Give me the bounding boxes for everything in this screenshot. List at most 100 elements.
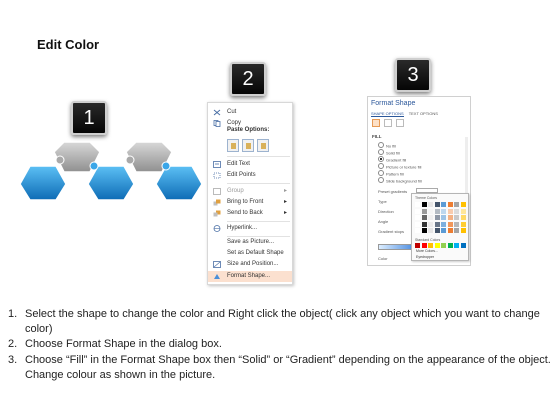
radio-gradient-fill[interactable]: Gradient fill (378, 156, 406, 163)
fill-section-header[interactable]: FILL (372, 134, 382, 139)
menu-item-bring-to-front[interactable]: Bring to Front ▸ (208, 197, 292, 208)
color-swatch[interactable] (428, 221, 433, 227)
color-swatch[interactable] (421, 228, 427, 233)
color-swatch[interactable] (454, 202, 459, 207)
color-swatch[interactable] (415, 202, 420, 207)
color-swatch[interactable] (434, 215, 440, 220)
standard-color-swatch[interactable] (447, 243, 453, 248)
hexagon-puzzle-diagram[interactable] (16, 140, 206, 202)
color-swatch[interactable] (447, 202, 453, 207)
size-properties-icon[interactable] (396, 119, 404, 127)
send-back-icon (213, 210, 221, 217)
color-swatch[interactable] (454, 221, 459, 227)
color-swatch[interactable] (421, 202, 427, 207)
field-angle: Angle (378, 219, 389, 224)
menu-item-label: Size and Position... (227, 261, 279, 267)
standard-color-swatch[interactable] (434, 243, 440, 248)
color-swatch[interactable] (447, 221, 453, 227)
menu-item-cut[interactable]: Cut (208, 107, 292, 118)
radio-solid-fill[interactable]: Solid fill (378, 149, 400, 156)
fill-line-icon[interactable] (372, 119, 380, 127)
slide-title: Edit Color (37, 37, 100, 52)
menu-item-label: Copy (227, 120, 242, 126)
instruction-number: 2. (8, 338, 18, 351)
color-swatch[interactable] (421, 208, 427, 214)
menu-item-save-as-picture[interactable]: Save as Picture... (208, 237, 292, 248)
paste-theme-icon[interactable] (227, 139, 239, 152)
paste-source-icon[interactable] (242, 139, 254, 152)
menu-item-group[interactable]: Group ▸ (208, 186, 292, 197)
eyedropper-link[interactable]: Eyedropper (416, 255, 434, 259)
color-swatch[interactable] (434, 228, 440, 233)
color-swatch[interactable] (415, 208, 420, 214)
submenu-arrow-icon: ▸ (283, 210, 287, 216)
color-swatch[interactable] (434, 221, 440, 227)
menu-item-size-and-position[interactable]: Size and Position... (208, 259, 292, 270)
instruction-item: 1. Select the shape to change the color a… (8, 307, 553, 337)
color-swatch[interactable] (428, 202, 433, 207)
menu-item-hyperlink[interactable]: Hyperlink... (208, 223, 292, 234)
color-swatch[interactable] (441, 215, 446, 220)
group-icon (213, 188, 221, 195)
effects-icon[interactable] (384, 119, 392, 127)
radio-pattern-fill[interactable]: Pattern fill (378, 170, 404, 177)
standard-color-swatch[interactable] (460, 243, 466, 248)
color-swatch[interactable] (460, 202, 466, 207)
color-swatch[interactable] (441, 202, 446, 207)
instruction-item: 3. Choose “Fill” in the Format Shape box … (8, 353, 553, 383)
menu-item-set-default-shape[interactable]: Set as Default Shape (208, 248, 292, 259)
color-swatch[interactable] (434, 208, 440, 214)
menu-item-label: Save as Picture... (227, 239, 275, 245)
blue-piece[interactable] (19, 165, 67, 201)
menu-item-format-shape[interactable]: Format Shape... (208, 271, 292, 282)
menu-item-edit-text[interactable]: Edit Text (208, 159, 292, 170)
standard-color-swatch[interactable] (415, 243, 420, 248)
blue-piece[interactable] (87, 165, 135, 201)
color-swatch[interactable] (415, 221, 420, 227)
color-swatch[interactable] (441, 208, 446, 214)
radio-slide-background-fill[interactable]: Slide background fill (378, 177, 422, 184)
field-type: Type (378, 199, 387, 204)
instruction-text: Choose Format Shape in the dialog box. (25, 338, 222, 351)
tab-shape-options[interactable]: SHAPE OPTIONS (371, 111, 404, 117)
paste-picture-icon[interactable] (257, 139, 269, 152)
color-swatch[interactable] (460, 208, 466, 214)
color-swatch[interactable] (415, 215, 420, 220)
color-swatch[interactable] (460, 221, 466, 227)
color-swatch[interactable] (441, 221, 446, 227)
more-colors-link[interactable]: More Colors... (416, 249, 438, 253)
standard-color-swatch[interactable] (441, 243, 446, 248)
menu-item-label: Set as Default Shape (227, 250, 284, 256)
standard-color-swatch[interactable] (421, 243, 427, 248)
color-swatch[interactable] (447, 215, 453, 220)
color-swatch[interactable] (447, 228, 453, 233)
radio-no-fill[interactable]: No fill (378, 142, 396, 149)
color-swatch[interactable] (421, 221, 427, 227)
color-swatch[interactable] (421, 215, 427, 220)
step-badge-1: 1 (71, 101, 107, 135)
color-swatch[interactable] (428, 228, 433, 233)
color-swatch[interactable] (428, 215, 433, 220)
color-swatch[interactable] (428, 208, 433, 214)
field-gradient-stops: Gradient stops (378, 229, 405, 234)
instruction-number: 1. (8, 308, 18, 320)
standard-color-swatch[interactable] (454, 243, 459, 248)
standard-color-swatch[interactable] (428, 243, 433, 248)
color-swatch[interactable] (415, 228, 420, 233)
menu-item-send-to-back[interactable]: Send to Back ▸ (208, 208, 292, 219)
color-swatch[interactable] (460, 228, 466, 233)
radio-picture-fill[interactable]: Picture or texture fill (378, 163, 421, 170)
color-swatch[interactable] (454, 208, 459, 214)
tab-text-options[interactable]: TEXT OPTIONS (409, 111, 438, 116)
context-menu: Cut Copy Paste Options: Edit Text Edit P… (207, 102, 293, 285)
color-swatch[interactable] (454, 228, 459, 233)
color-swatch[interactable] (454, 215, 459, 220)
color-swatch[interactable] (441, 228, 446, 233)
pane-category-icons (372, 119, 408, 129)
color-swatch[interactable] (447, 208, 453, 214)
color-swatch[interactable] (460, 215, 466, 220)
edit-points-icon (213, 172, 221, 179)
blue-piece[interactable] (155, 165, 203, 201)
menu-item-edit-points[interactable]: Edit Points (208, 170, 292, 181)
color-swatch[interactable] (434, 202, 440, 207)
